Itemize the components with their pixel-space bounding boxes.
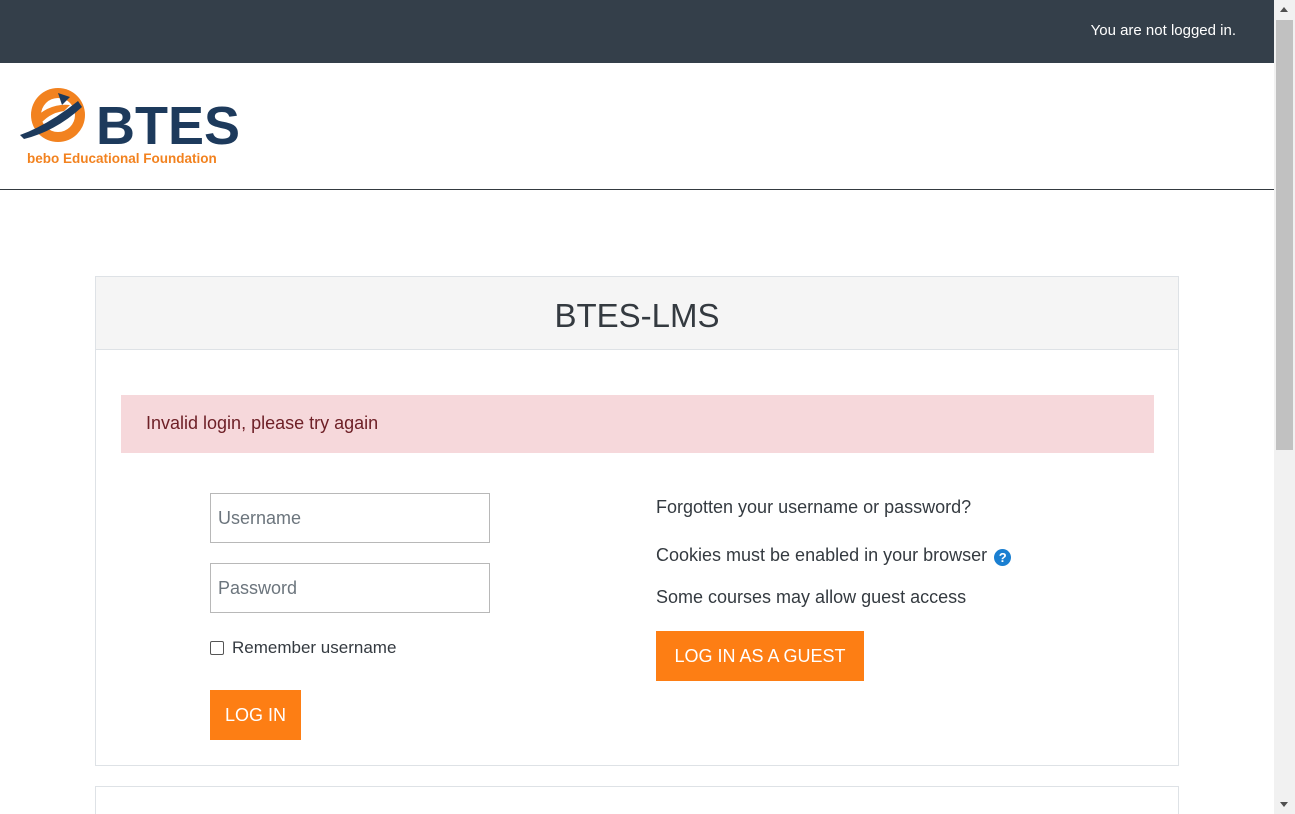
remember-username-checkbox[interactable] (210, 641, 224, 655)
cookies-text: Cookies must be enabled in your browser (656, 545, 988, 565)
cookies-notice: Cookies must be enabled in your browser … (656, 545, 1012, 566)
logo-tagline: bebo Educational Foundation (27, 151, 217, 166)
remember-username[interactable]: Remember username (210, 638, 396, 658)
username-input[interactable] (210, 493, 490, 543)
guest-login-button[interactable]: LOG IN AS A GUEST (656, 631, 864, 681)
top-navbar: You are not logged in. (0, 0, 1274, 63)
btes-logo[interactable]: BTES bebo Educational Foundation (18, 85, 243, 169)
scroll-down-arrow-icon[interactable] (1280, 802, 1288, 807)
card-header: BTES-LMS (96, 277, 1178, 350)
site-title: BTES-LMS (554, 297, 720, 334)
scrollbar-thumb[interactable] (1276, 20, 1293, 450)
login-button[interactable]: LOG IN (210, 690, 301, 740)
scroll-up-arrow-icon[interactable] (1280, 7, 1288, 12)
password-input[interactable] (210, 563, 490, 613)
vertical-scrollbar[interactable] (1274, 0, 1295, 814)
guest-access-text: Some courses may allow guest access (656, 587, 967, 607)
login-card: BTES-LMS Invalid login, please try again… (95, 276, 1179, 766)
remember-username-label: Remember username (232, 638, 397, 657)
error-alert: Invalid login, please try again (121, 395, 1154, 453)
question-circle-icon[interactable]: ? (994, 548, 1012, 566)
logo-wordmark: BTES (96, 96, 240, 156)
page-header: BTES bebo Educational Foundation (0, 63, 1274, 190)
secondary-card (95, 786, 1179, 814)
btes-logo-graphic: BTES bebo Educational Foundation (20, 88, 240, 166)
forgot-password-link[interactable]: Forgotten your username or password? (656, 497, 971, 518)
login-status-text: You are not logged in. (1090, 22, 1236, 39)
